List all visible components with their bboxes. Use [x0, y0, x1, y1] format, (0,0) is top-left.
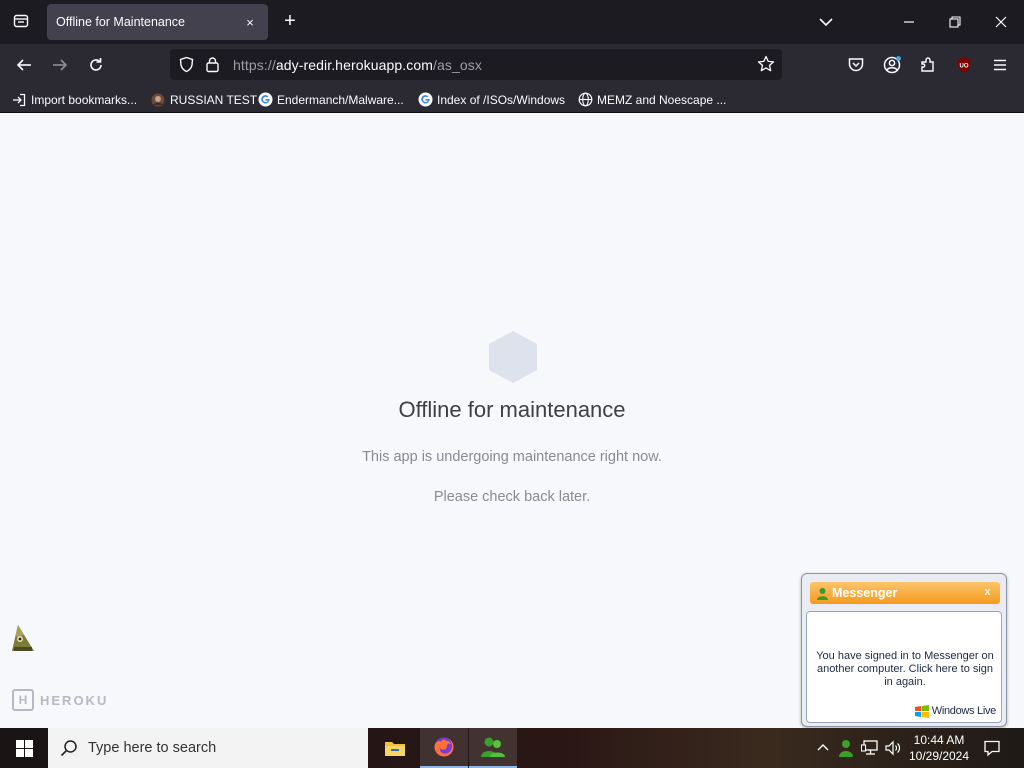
google-icon	[257, 92, 273, 108]
messenger-buddy-icon	[816, 587, 829, 600]
forward-icon[interactable]	[47, 52, 73, 78]
back-icon[interactable]	[11, 52, 37, 78]
check-back-message: Please check back later.	[433, 489, 591, 505]
lock-icon[interactable]	[205, 56, 220, 78]
url-text[interactable]: https://ady-redir.herokuapp.com/as_osx	[233, 57, 482, 73]
pocket-icon[interactable]	[843, 52, 869, 78]
messenger-close-icon[interactable]: x	[981, 586, 994, 599]
hexagon-icon	[487, 330, 539, 384]
messenger-taskbar-icon[interactable]	[469, 728, 517, 768]
restore-icon[interactable]	[943, 10, 967, 34]
bookmark-label: Endermanch/Malware...	[277, 92, 404, 107]
network-icon[interactable]	[860, 738, 880, 758]
new-tab-button[interactable]: +	[279, 10, 301, 32]
volume-icon[interactable]	[883, 738, 903, 758]
import-icon	[11, 92, 27, 108]
reload-icon[interactable]	[83, 52, 109, 78]
tab-title: Offline for Maintenance	[56, 15, 186, 29]
bookmark-label: MEMZ and Noescape ...	[597, 92, 727, 107]
messenger-notification[interactable]: Messenger x You have signed in to Messen…	[801, 573, 1007, 727]
tab-close-icon[interactable]: ×	[241, 13, 259, 31]
messenger-tray-icon[interactable]	[836, 738, 856, 758]
url-scheme: https://	[233, 57, 276, 73]
globe-icon	[577, 92, 593, 108]
bookmark-endermanch-malware[interactable]: Endermanch/Malware...	[257, 91, 404, 108]
page-title: Offline for maintenance	[398, 397, 626, 422]
messenger-body[interactable]: You have signed in to Messenger on anoth…	[806, 611, 1002, 723]
desktop-mascot-icon[interactable]	[10, 623, 36, 655]
firefox-view-icon[interactable]	[8, 8, 34, 34]
messenger-text[interactable]: You have signed in to Messenger on anoth…	[813, 650, 997, 689]
search-placeholder: Type here to search	[88, 740, 217, 756]
ublock-origin-icon[interactable]: UO	[951, 52, 977, 78]
heroku-logo-mark: H	[12, 689, 34, 711]
extensions-icon[interactable]	[915, 52, 941, 78]
account-icon[interactable]	[879, 52, 905, 78]
tab-offline-for-maintenance[interactable]: Offline for Maintenance ×	[47, 4, 268, 40]
start-button[interactable]	[0, 728, 48, 768]
heroku-logo[interactable]: H HEROKU	[12, 689, 108, 711]
taskbar-search-box[interactable]: Type here to search	[48, 728, 368, 768]
bookmark-import[interactable]: Import bookmarks...	[11, 91, 137, 108]
windows-logo-icon	[15, 739, 33, 757]
windows-live-logo: Windows Live	[914, 704, 996, 718]
clock-time: 10:44 AM	[913, 733, 965, 747]
taskbar-clock[interactable]: 10:44 AM 10/29/2024	[905, 732, 973, 764]
google-icon	[417, 92, 433, 108]
url-bar[interactable]: https://ady-redir.herokuapp.com/as_osx	[170, 49, 782, 80]
bookmark-label: Index of /ISOs/Windows	[437, 92, 566, 107]
minimize-icon[interactable]	[897, 10, 921, 34]
bookmark-index-isos-windows[interactable]: Index of /ISOs/Windows	[417, 91, 565, 108]
close-window-icon[interactable]	[989, 10, 1013, 34]
file-explorer-icon[interactable]	[371, 728, 419, 768]
url-path: /as_osx	[433, 57, 482, 73]
tab-bar: Offline for Maintenance × +	[0, 0, 1024, 44]
notification-center-icon[interactable]	[980, 736, 1004, 760]
tracking-protection-shield-icon[interactable]	[178, 56, 195, 78]
messenger-header: Messenger x	[810, 582, 1000, 604]
maintenance-message: This app is undergoing maintenance right…	[362, 449, 662, 465]
show-hidden-icons-icon[interactable]	[813, 738, 833, 758]
bookmark-label: RUSSIAN TEST	[170, 92, 258, 107]
search-icon	[60, 739, 78, 757]
navigation-toolbar: https://ady-redir.herokuapp.com/as_osx U…	[0, 44, 1024, 85]
windows-flag-icon	[914, 705, 929, 718]
favicon-icon	[150, 92, 166, 108]
windows-live-text: Windows Live	[931, 705, 997, 717]
bookmarks-toolbar: Import bookmarks... RUSSIAN TEST Enderma…	[0, 85, 1024, 113]
taskbar: Type here to search 10:44 AM 10/29/2024	[0, 728, 1024, 768]
clock-date: 10/29/2024	[908, 749, 970, 763]
messenger-title: Messenger	[832, 586, 898, 600]
bookmark-label: Import bookmarks...	[31, 92, 138, 107]
bookmark-star-icon[interactable]	[757, 55, 775, 78]
heroku-wordmark: HEROKU	[40, 692, 109, 708]
bookmark-russian-test[interactable]: RUSSIAN TEST	[150, 91, 257, 108]
list-all-tabs-icon[interactable]	[816, 12, 836, 32]
firefox-taskbar-icon[interactable]	[420, 728, 468, 768]
menu-icon[interactable]	[987, 52, 1013, 78]
bookmark-memz-noescape[interactable]: MEMZ and Noescape ...	[577, 91, 726, 108]
url-host: ady-redir.herokuapp.com	[275, 57, 433, 73]
svg-text:UO: UO	[960, 64, 969, 70]
